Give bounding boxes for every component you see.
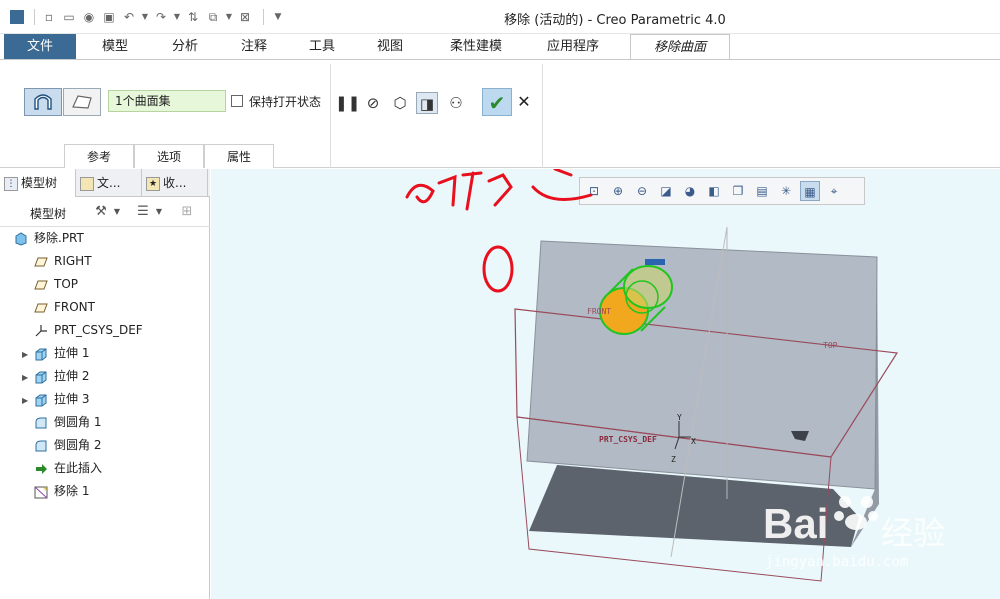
show-dropdown-icon[interactable]: ▼ xyxy=(154,203,164,221)
label-csys: PRT_CSYS_DEF xyxy=(599,435,657,444)
pause-icon[interactable]: ❚❚ xyxy=(335,92,360,114)
folder-icon xyxy=(80,176,94,191)
no-preview-icon[interactable]: ⊘ xyxy=(362,92,384,114)
expand-arrow-icon[interactable]: ▶ xyxy=(22,390,34,412)
box-top-face xyxy=(526,240,878,490)
datum-plane-icon xyxy=(34,303,48,312)
feature-tag xyxy=(645,259,665,265)
tab-folder-browser[interactable]: 文... xyxy=(76,169,142,197)
tree-item-top[interactable]: TOP xyxy=(34,273,78,295)
window-title: 移除 (活动的) - Creo Parametric 4.0 xyxy=(504,13,726,28)
tab-view[interactable]: 视图 xyxy=(356,34,424,60)
remove-chain-type-button[interactable] xyxy=(63,88,101,116)
ribbon-tabs: 文件 模型 分析 注释 工具 视图 柔性建模 应用程序 移除曲面 xyxy=(0,34,1000,60)
ok-checkmark-button[interactable]: ✔ xyxy=(482,88,512,116)
tree-item-round-1[interactable]: 倒圆角 1 xyxy=(34,411,101,433)
dashboard-tab-options[interactable]: 选项 xyxy=(134,144,204,168)
tree-toolbar-label: 模型树 xyxy=(30,207,67,221)
tree-item-remove-1[interactable]: ✳ 移除 1 xyxy=(34,480,89,502)
label-top: TOP xyxy=(823,341,838,350)
tab-remove-surface[interactable]: 移除曲面 xyxy=(630,34,730,60)
label-axis-x: X xyxy=(691,437,696,446)
tree-item-insert-here[interactable]: 在此插入 xyxy=(34,457,102,479)
dashboard-tab-properties[interactable]: 属性 xyxy=(204,144,274,168)
tab-file[interactable]: 文件 xyxy=(4,34,76,60)
expand-arrow-icon[interactable]: ▶ xyxy=(22,344,34,366)
baidu-watermark: Bai 经验 jingyan.baidu.com xyxy=(763,492,993,582)
cancel-button[interactable]: ✕ xyxy=(516,92,532,112)
label-axis-y: Y xyxy=(677,413,682,422)
tab-model[interactable]: 模型 xyxy=(80,34,150,60)
datum-plane-icon xyxy=(34,257,48,266)
tab-flexible-modeling[interactable]: 柔性建模 xyxy=(426,34,526,60)
label-axis-z: Z xyxy=(671,455,676,464)
expand-arrow-icon[interactable]: ▶ xyxy=(22,367,34,389)
watermark-brand: Bai xyxy=(763,500,829,547)
watermark-brand-suffix: 经验 xyxy=(881,514,946,552)
tree-toolbar: 模型树 ⚒ ▼ ☰ ▼ ⊞ xyxy=(0,197,210,227)
tree-item-right[interactable]: RIGHT xyxy=(34,250,92,272)
tree-item-part[interactable]: 移除.PRT xyxy=(14,227,84,249)
favorites-icon: ★ xyxy=(146,176,160,191)
extrude-icon xyxy=(35,348,47,360)
remove-surface-dashboard: 1个曲面集 保持打开状态 ❚❚ ⊘ ⬡ ◨ ⚇ ✔ ✕ 参考 选项 属性 xyxy=(0,60,1000,168)
tab-analysis[interactable]: 分析 xyxy=(150,34,220,60)
watermark-url: jingyan.baidu.com xyxy=(765,554,909,570)
tree-item-extrude-2[interactable]: ▶ 拉伸 2 xyxy=(22,365,89,387)
tree-item-front[interactable]: FRONT xyxy=(34,296,95,318)
round-icon xyxy=(35,440,47,451)
settings-tools-icon[interactable]: ⚒ xyxy=(92,203,110,221)
remove-surface-type-button[interactable] xyxy=(24,88,62,116)
tab-annotate[interactable]: 注释 xyxy=(220,34,288,60)
keep-open-label: 保持打开状态 xyxy=(249,95,322,109)
tab-favorites[interactable]: ★ 收... xyxy=(142,169,208,197)
tree-item-extrude-1[interactable]: ▶ 拉伸 1 xyxy=(22,342,89,364)
extrude-icon xyxy=(35,371,47,383)
navigator-panel: ⋮ 模型树 文... ★ 收... 模型树 ⚒ ▼ ☰ ▼ ⊞ 移除.PRT RIG… xyxy=(0,169,210,599)
round-icon xyxy=(35,417,47,428)
baidu-paw-icon xyxy=(834,496,878,530)
label-front: FRONT xyxy=(587,307,612,316)
tab-tools[interactable]: 工具 xyxy=(288,34,356,60)
tab-applications[interactable]: 应用程序 xyxy=(528,34,618,60)
remove-feature-icon: ✳ xyxy=(34,486,48,498)
highlight-cylinder-top xyxy=(623,265,673,309)
tab-model-tree[interactable]: ⋮ 模型树 xyxy=(0,169,76,197)
part-icon xyxy=(15,231,27,246)
keep-open-checkbox[interactable] xyxy=(231,95,243,107)
close-icon: ✕ xyxy=(517,92,531,111)
tree-item-extrude-3[interactable]: ▶ 拉伸 3 xyxy=(22,388,89,410)
extrude-icon xyxy=(35,394,47,406)
csys-icon xyxy=(35,324,47,336)
dashboard-tab-references[interactable]: 参考 xyxy=(64,144,134,168)
show-list-icon[interactable]: ☰ xyxy=(134,203,152,221)
surface-collector[interactable]: 1个曲面集 xyxy=(108,90,226,112)
tree-item-csys[interactable]: PRT_CSYS_DEF xyxy=(34,319,143,341)
datum-plane-icon xyxy=(34,280,48,289)
tree-filter-icon[interactable]: ⊞ xyxy=(178,203,196,221)
svg-text:✳: ✳ xyxy=(43,486,48,493)
settings-dropdown-icon[interactable]: ▼ xyxy=(112,203,122,221)
chain-type-icon xyxy=(72,95,92,109)
model-tree-icon: ⋮ xyxy=(4,176,18,191)
tree-item-round-2[interactable]: 倒圆角 2 xyxy=(34,434,101,456)
surface-type-icon xyxy=(34,94,52,110)
navigator-tabs: ⋮ 模型树 文... ★ 收... xyxy=(0,169,210,197)
graphics-window[interactable]: ⊡ ⊕ ⊖ ◪ ◕ ◧ ❐ ▤ ✳ ▦ ⌖ FRONT TOP PRT_CSYS… xyxy=(211,169,1000,599)
verify-glasses-icon[interactable]: ⚇ xyxy=(445,92,467,114)
feature-preview-icon[interactable]: ◨ xyxy=(416,92,438,114)
insert-here-icon xyxy=(36,463,47,474)
preview-icon[interactable]: ⬡ xyxy=(389,92,411,114)
annotation-circle xyxy=(482,245,514,293)
title-bar: ▫ ▭ ◉ ▣ ↶ ▼ ↷ ▼ ⇅ ⧉ ▼ ⊠ ▼ 移除 (活动的) - Cre… xyxy=(0,0,1000,34)
checkmark-icon: ✔ xyxy=(488,91,506,115)
